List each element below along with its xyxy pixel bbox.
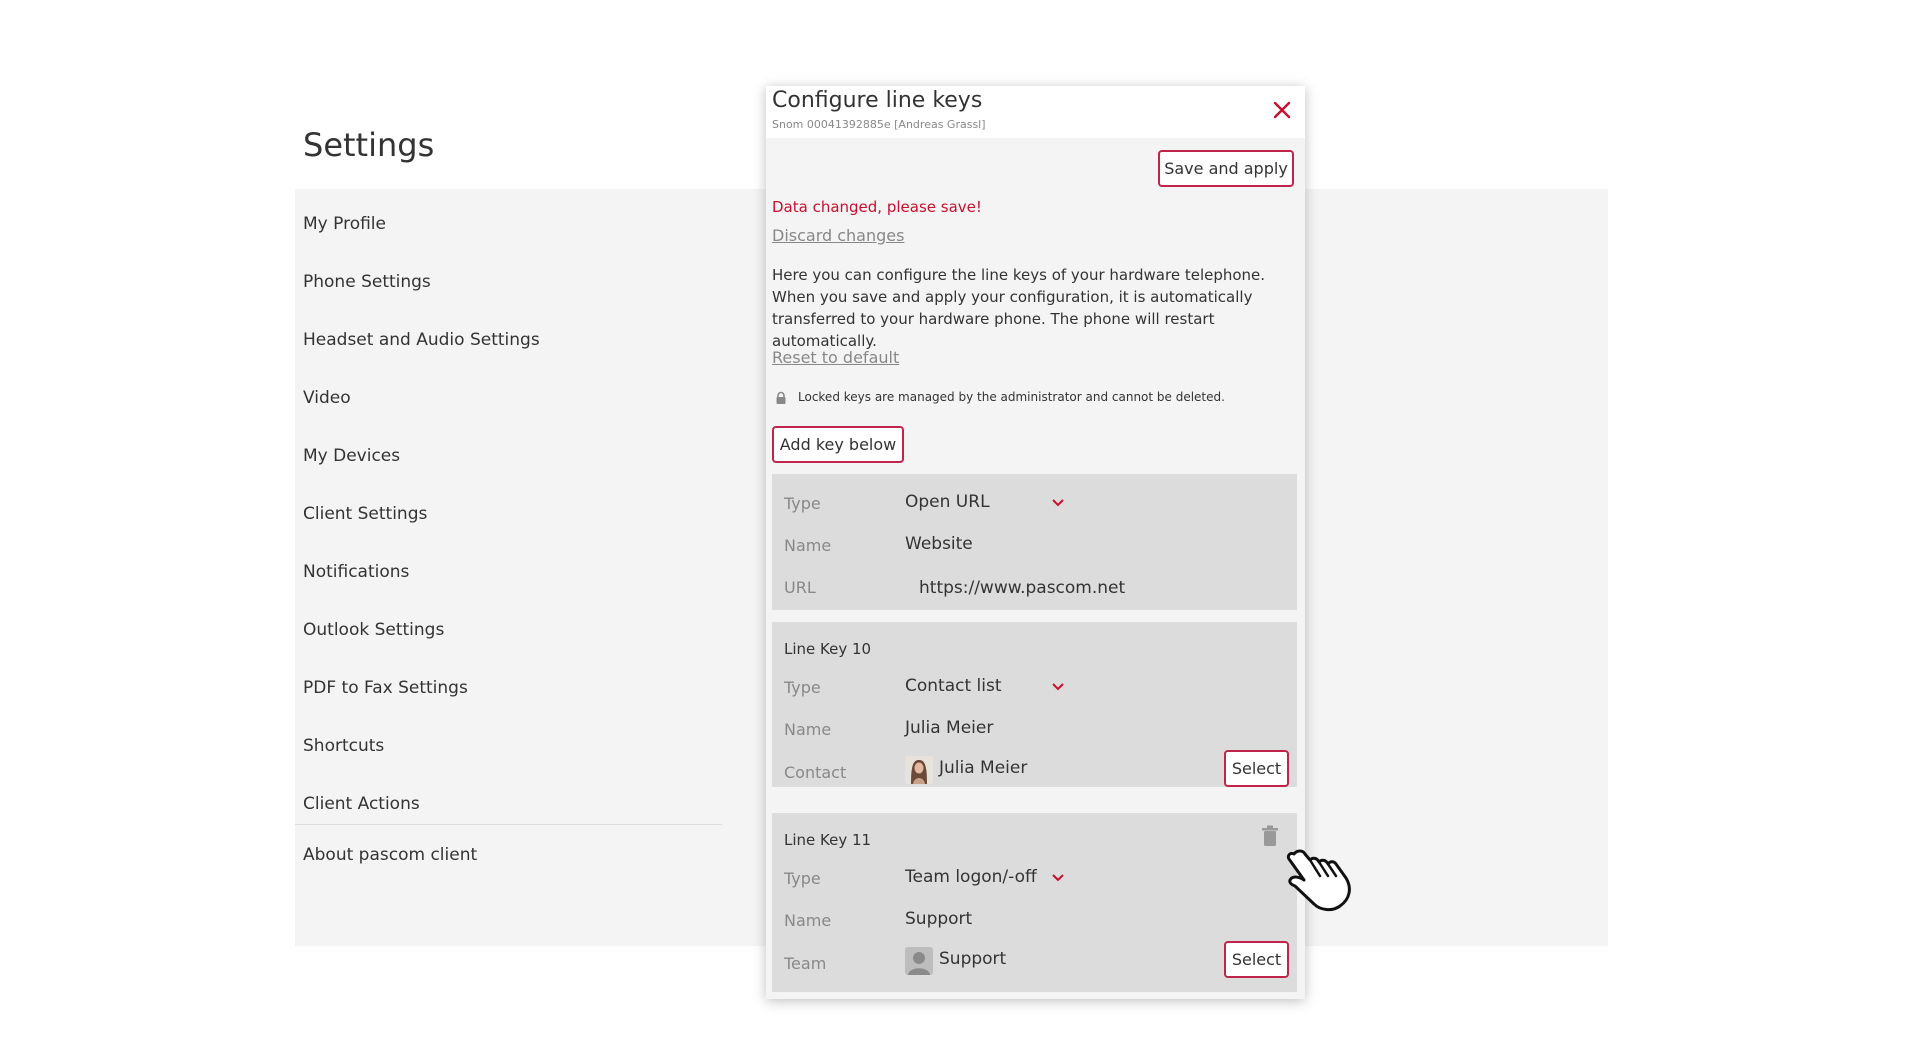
name-label: Name bbox=[784, 720, 832, 739]
select-team-button[interactable]: Select bbox=[1224, 941, 1289, 978]
line-key-card: Line Key 11 Type Team logon/-off Name Su… bbox=[772, 813, 1297, 992]
type-select-value: Open URL bbox=[905, 492, 990, 512]
dialog-subtitle: Snom 00041392885e [Andreas Grassl] bbox=[772, 118, 986, 131]
chevron-down-icon bbox=[1052, 874, 1064, 882]
type-label: Type bbox=[784, 869, 821, 888]
trash-icon[interactable] bbox=[1260, 825, 1280, 847]
nav-item-client-actions[interactable]: Client Actions bbox=[303, 786, 733, 824]
chevron-down-icon bbox=[1052, 499, 1064, 507]
configure-line-keys-dialog: Configure line keys Snom 00041392885e [A… bbox=[766, 86, 1305, 999]
url-input[interactable] bbox=[905, 568, 1289, 608]
chevron-down-icon bbox=[1052, 683, 1064, 691]
nav-item-headset-audio[interactable]: Headset and Audio Settings bbox=[303, 322, 733, 380]
type-select[interactable]: Open URL bbox=[905, 490, 1075, 518]
nav-item-notifications[interactable]: Notifications bbox=[303, 554, 733, 612]
contact-avatar bbox=[905, 756, 933, 784]
line-key-card: Type Open URL Name Website URL bbox=[772, 474, 1297, 610]
nav-item-my-devices[interactable]: My Devices bbox=[303, 438, 733, 496]
contact-name: Julia Meier bbox=[939, 758, 1028, 778]
add-key-below-button[interactable]: Add key below bbox=[772, 426, 904, 463]
type-label: Type bbox=[784, 494, 821, 513]
save-and-apply-button[interactable]: Save and apply bbox=[1158, 150, 1294, 187]
nav-divider bbox=[295, 824, 722, 825]
nav-item-my-profile[interactable]: My Profile bbox=[303, 206, 733, 264]
type-select[interactable]: Contact list bbox=[905, 674, 1075, 702]
line-key-heading: Line Key 10 bbox=[784, 640, 872, 658]
dialog-title: Configure line keys bbox=[772, 88, 983, 113]
url-label: URL bbox=[784, 578, 816, 597]
unsaved-warning: Data changed, please save! bbox=[772, 198, 982, 216]
nav-item-client-settings[interactable]: Client Settings bbox=[303, 496, 733, 554]
team-name: Support bbox=[939, 949, 1007, 969]
line-key-card: Line Key 10 Type Contact list Name Julia… bbox=[772, 622, 1297, 787]
type-select[interactable]: Team logon/-off bbox=[905, 865, 1075, 893]
name-value[interactable]: Website bbox=[905, 534, 973, 554]
nav-item-shortcuts[interactable]: Shortcuts bbox=[303, 728, 733, 786]
name-value[interactable]: Support bbox=[905, 909, 972, 929]
reset-to-default-link[interactable]: Reset to default bbox=[772, 348, 899, 367]
dialog-header: Configure line keys Snom 00041392885e [A… bbox=[766, 86, 1305, 138]
lock-note: Locked keys are managed by the administr… bbox=[774, 390, 1225, 408]
nav-item-about[interactable]: About pascom client bbox=[303, 837, 733, 895]
type-label: Type bbox=[784, 678, 821, 697]
team-label: Team bbox=[784, 954, 827, 973]
name-label: Name bbox=[784, 536, 832, 555]
name-value[interactable]: Julia Meier bbox=[905, 718, 993, 738]
discard-changes-link[interactable]: Discard changes bbox=[772, 226, 904, 245]
select-contact-button[interactable]: Select bbox=[1224, 750, 1289, 787]
settings-nav: My Profile Phone Settings Headset and Au… bbox=[295, 206, 733, 895]
settings-title: Settings bbox=[303, 126, 435, 164]
lock-note-text: Locked keys are managed by the administr… bbox=[798, 390, 1225, 404]
lock-icon bbox=[776, 391, 786, 404]
line-key-heading: Line Key 11 bbox=[784, 831, 872, 849]
close-icon[interactable] bbox=[1268, 96, 1296, 124]
type-select-value: Team logon/-off bbox=[905, 867, 1037, 887]
nav-item-pdf-to-fax[interactable]: PDF to Fax Settings bbox=[303, 670, 733, 728]
help-text: Here you can configure the line keys of … bbox=[772, 266, 1266, 350]
nav-item-phone-settings[interactable]: Phone Settings bbox=[303, 264, 733, 322]
contact-label: Contact bbox=[784, 763, 847, 782]
nav-item-outlook-settings[interactable]: Outlook Settings bbox=[303, 612, 733, 670]
type-select-value: Contact list bbox=[905, 676, 1002, 696]
team-avatar bbox=[905, 947, 933, 975]
name-label: Name bbox=[784, 911, 832, 930]
nav-item-video[interactable]: Video bbox=[303, 380, 733, 438]
